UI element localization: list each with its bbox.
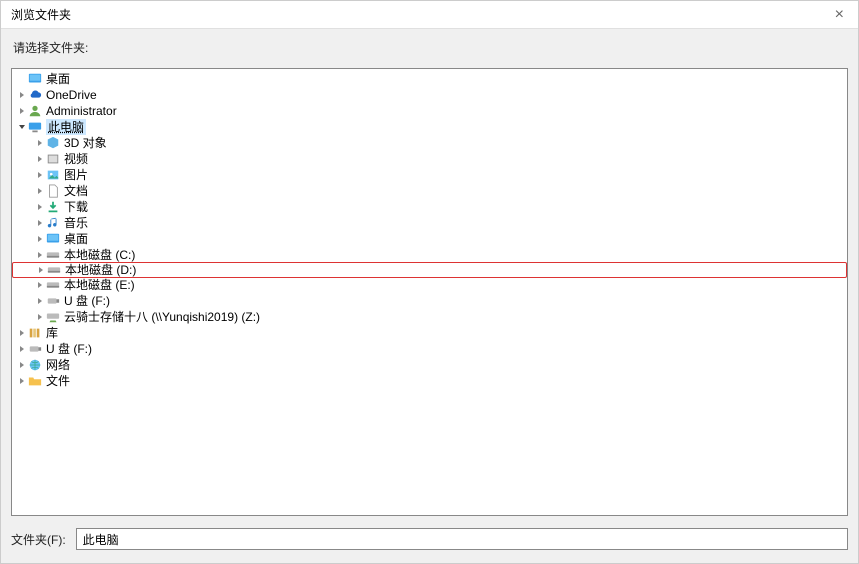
tree-label: 库 xyxy=(46,325,58,341)
desktop-icon xyxy=(46,232,60,246)
tree-node-disk-c[interactable]: 本地磁盘 (C:) xyxy=(12,247,847,263)
tree-node-files[interactable]: 文件 xyxy=(12,373,847,389)
tree-label: U 盘 (F:) xyxy=(46,341,92,357)
chevron-right-icon[interactable] xyxy=(16,377,28,385)
tree-node-onedrive[interactable]: OneDrive xyxy=(12,87,847,103)
tree-node-pc-desktop[interactable]: 桌面 xyxy=(12,231,847,247)
chevron-right-icon[interactable] xyxy=(34,313,46,321)
tree-node-libraries[interactable]: 库 xyxy=(12,325,847,341)
tree-node-videos[interactable]: 视频 xyxy=(12,151,847,167)
tree-label: Administrator xyxy=(46,103,117,119)
drive-icon xyxy=(46,278,60,292)
tree-label: 桌面 xyxy=(46,71,70,87)
tree-label: 云骑士存储十八 (\\Yunqishi2019) (Z:) xyxy=(64,309,260,325)
tree-node-usb-f-root[interactable]: U 盘 (F:) xyxy=(12,341,847,357)
tree-node-pictures[interactable]: 图片 xyxy=(12,167,847,183)
folder-icon xyxy=(28,374,42,388)
chevron-right-icon[interactable] xyxy=(16,107,28,115)
chevron-right-icon[interactable] xyxy=(16,329,28,337)
music-icon xyxy=(46,216,60,230)
titlebar: 浏览文件夹 × xyxy=(1,1,858,29)
tree-label: 文件 xyxy=(46,373,70,389)
chevron-right-icon[interactable] xyxy=(34,219,46,227)
cloud-icon xyxy=(28,88,42,102)
tree-label: 本地磁盘 (D:) xyxy=(65,262,136,278)
network-icon xyxy=(28,358,42,372)
user-icon xyxy=(28,104,42,118)
tree-node-thispc[interactable]: 此电脑 xyxy=(12,119,847,135)
tree-label: 下载 xyxy=(64,199,88,215)
tree-node-3dobjects[interactable]: 3D 对象 xyxy=(12,135,847,151)
drive-icon xyxy=(46,248,60,262)
tree-node-admin[interactable]: Administrator xyxy=(12,103,847,119)
desktop-icon xyxy=(28,72,42,86)
chevron-down-icon[interactable] xyxy=(16,123,28,131)
folder-tree[interactable]: 桌面 OneDrive Administrator 此电脑 3D 对象 视频 xyxy=(11,68,848,516)
tree-node-network[interactable]: 网络 xyxy=(12,357,847,373)
tree-node-disk-e[interactable]: 本地磁盘 (E:) xyxy=(12,277,847,293)
tree-label: 本地磁盘 (E:) xyxy=(64,277,135,293)
tree-node-disk-d[interactable]: 本地磁盘 (D:) xyxy=(12,262,847,278)
tree-label: 网络 xyxy=(46,357,70,373)
network-drive-icon xyxy=(46,310,60,324)
chevron-right-icon[interactable] xyxy=(16,345,28,353)
tree-node-documents[interactable]: 文档 xyxy=(12,183,847,199)
chevron-right-icon[interactable] xyxy=(34,171,46,179)
picture-icon xyxy=(46,168,60,182)
computer-icon xyxy=(28,120,42,134)
tree-label: 此电脑 xyxy=(46,119,86,135)
tree-label: 文档 xyxy=(64,183,88,199)
chevron-right-icon[interactable] xyxy=(34,297,46,305)
tree-label: OneDrive xyxy=(46,87,97,103)
library-icon xyxy=(28,326,42,340)
film-icon xyxy=(46,152,60,166)
prompt-label: 请选择文件夹: xyxy=(1,29,858,62)
dialog-title: 浏览文件夹 xyxy=(11,6,71,23)
folder-input-row: 文件夹(F): xyxy=(1,524,858,550)
tree-node-usb-f[interactable]: U 盘 (F:) xyxy=(12,293,847,309)
chevron-right-icon[interactable] xyxy=(34,203,46,211)
chevron-right-icon[interactable] xyxy=(34,235,46,243)
tree-label: 音乐 xyxy=(64,215,88,231)
folder-field[interactable] xyxy=(76,528,848,550)
tree-node-desktop[interactable]: 桌面 xyxy=(12,71,847,87)
usb-icon xyxy=(46,294,60,308)
tree-label: 视频 xyxy=(64,151,88,167)
cube-icon xyxy=(46,136,60,150)
chevron-right-icon[interactable] xyxy=(35,266,47,274)
tree-label: U 盘 (F:) xyxy=(64,293,110,309)
tree-label: 本地磁盘 (C:) xyxy=(64,247,135,263)
tree-node-network-z[interactable]: 云骑士存储十八 (\\Yunqishi2019) (Z:) xyxy=(12,309,847,325)
close-icon[interactable]: × xyxy=(829,5,850,25)
tree-node-downloads[interactable]: 下载 xyxy=(12,199,847,215)
folder-field-label: 文件夹(F): xyxy=(11,531,66,548)
chevron-right-icon[interactable] xyxy=(34,187,46,195)
tree-label: 图片 xyxy=(64,167,88,183)
chevron-right-icon[interactable] xyxy=(34,281,46,289)
drive-icon xyxy=(47,263,61,277)
tree-label: 3D 对象 xyxy=(64,135,107,151)
chevron-right-icon[interactable] xyxy=(34,251,46,259)
chevron-right-icon[interactable] xyxy=(16,91,28,99)
document-icon xyxy=(46,184,60,198)
tree-label: 桌面 xyxy=(64,231,88,247)
chevron-right-icon[interactable] xyxy=(34,139,46,147)
download-icon xyxy=(46,200,60,214)
usb-icon xyxy=(28,342,42,356)
chevron-right-icon[interactable] xyxy=(34,155,46,163)
chevron-right-icon[interactable] xyxy=(16,361,28,369)
tree-node-music[interactable]: 音乐 xyxy=(12,215,847,231)
